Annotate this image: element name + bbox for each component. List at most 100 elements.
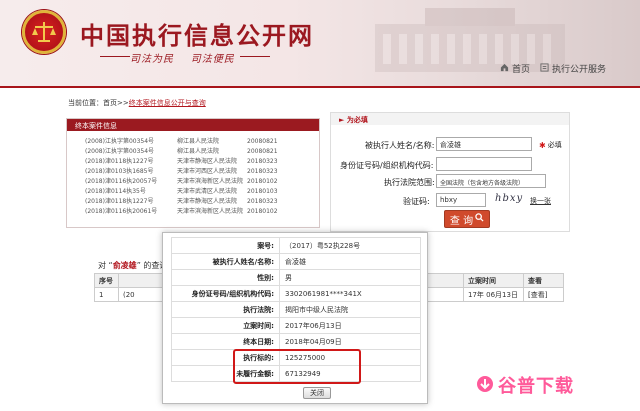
form-title: 为必填 <box>346 116 368 124</box>
case-court: 柳江县人民法院 <box>177 138 220 145</box>
case-court: 天津市静海区人民法院 <box>177 158 238 165</box>
highlight-box <box>233 349 361 384</box>
case-row[interactable]: (2018)津0114执35号 天津市武清区人民法院 20180103 <box>85 187 319 197</box>
detail-key: 被执行人姓名/名称: <box>171 253 280 270</box>
detail-value: （2017）粤52执228号 <box>279 237 421 254</box>
case-info-panel: 终本案件信息 (2008)江执字第00354号 柳江县人民法院 20080821 (2… <box>66 118 320 228</box>
case-court: 天津市河西区人民法院 <box>177 168 238 175</box>
site-title: 中国执行信息公开网 <box>80 21 314 50</box>
home-icon <box>500 63 509 75</box>
detail-value: 男 <box>279 269 421 286</box>
breadcrumb: 当前位置：首页>>终本案件信息公开与查询 <box>68 98 206 108</box>
case-row[interactable]: (2008)江执字第00354号 柳江县人民法院 20080821 <box>85 137 319 147</box>
detail-row: 身份证号码/组织机构代码: 3302061981****341X <box>171 285 421 302</box>
row-date: 17年 06月13日 <box>463 287 524 302</box>
case-date: 20080821 <box>247 148 278 155</box>
case-court: 天津市滨海新区人民法院 <box>177 208 244 215</box>
detail-value: 揭阳市中级人民法院 <box>279 301 421 318</box>
case-date: 20180323 <box>247 158 278 165</box>
required-mark: ✱ 必填 <box>539 140 562 150</box>
court-select[interactable]: 全国法院（包含地方各级法院） <box>436 174 546 188</box>
nav-home[interactable]: 首页 <box>500 62 530 75</box>
id-input[interactable] <box>436 157 532 171</box>
required-label: 必填 <box>547 141 562 149</box>
detail-key: 性别: <box>171 269 280 286</box>
col-filing-date: 立案时间 <box>463 273 524 288</box>
search-label: 查 询 <box>449 215 474 227</box>
search-button[interactable]: 查 询 <box>444 210 490 228</box>
case-case: (2018)津0118执1227号 <box>85 158 154 165</box>
col-view: 查看 <box>523 273 564 288</box>
close-button[interactable]: 关闭 <box>303 387 331 399</box>
case-court: 天津市武清区人民法院 <box>177 188 238 195</box>
case-row[interactable]: (2018)津0103执1685号 天津市河西区人民法院 20180323 <box>85 167 319 177</box>
case-case: (2018)津0103执1685号 <box>85 168 154 175</box>
case-date: 20180323 <box>247 168 278 175</box>
detail-key: 立案时间: <box>171 317 280 334</box>
detail-row: 案号: （2017）粤52执228号 <box>171 237 421 254</box>
slogan-1: 司法为民 <box>130 54 174 65</box>
document-icon <box>540 62 549 75</box>
detail-value: 3302061981****341X <box>279 285 421 302</box>
captcha-image: hbxy <box>495 193 524 204</box>
detail-key: 执行法院: <box>171 301 280 318</box>
detail-key: 身份证号码/组织机构代码: <box>171 285 280 302</box>
case-row[interactable]: (2018)津0118执1227号 天津市静海区人民法院 20180323 <box>85 157 319 167</box>
watermark: 谷普下载 <box>476 372 574 398</box>
case-case: (2018)津0114执35号 <box>85 188 146 195</box>
detail-row: 终本日期: 2018年04月09日 <box>171 333 421 350</box>
detail-value: 2018年04月09日 <box>279 333 421 350</box>
case-list: (2008)江执字第00354号 柳江县人民法院 20080821 (2008)江执字… <box>67 131 319 217</box>
case-row[interactable]: (2008)江执字第00354号 柳江县人民法院 20080821 <box>85 147 319 157</box>
case-date: 20180103 <box>247 188 278 195</box>
case-row[interactable]: (2018)津0116执20057号 天津市滨海新区人民法院 20180102 <box>85 177 319 187</box>
case-case: (2018)津0116执20061号 <box>85 208 158 215</box>
captcha-input[interactable]: hbxy <box>436 193 486 207</box>
detail-row: 性别: 男 <box>171 269 421 286</box>
panel-title: 终本案件信息 <box>67 119 319 131</box>
id-label: 身份证号码/组织机构代码: <box>340 161 434 170</box>
breadcrumb-home[interactable]: 首页 <box>103 99 117 107</box>
nav-exec-label: 执行公开服务 <box>552 65 607 75</box>
captcha-label: 验证码: <box>403 197 430 206</box>
case-row[interactable]: (2018)津0116执20061号 天津市滨海新区人民法院 20180102 <box>85 207 319 217</box>
nav-exec-service[interactable]: 执行公开服务 <box>540 62 606 75</box>
download-logo-icon <box>476 375 494 395</box>
case-date: 20080821 <box>247 138 278 145</box>
detail-key: 案号: <box>171 237 280 254</box>
site-header: 中国执行信息公开网 司法为民 司法便民 首页 执行公开服务 <box>0 0 640 88</box>
row-index: 1 <box>94 287 119 302</box>
detail-key: 终本日期: <box>171 333 280 350</box>
search-icon <box>475 213 484 225</box>
court-label: 执行法院范围: <box>384 178 435 187</box>
detail-row: 被执行人姓名/名称: 俞凌雄 <box>171 253 421 270</box>
view-link[interactable]: [查看] <box>523 287 564 302</box>
case-court: 天津市静海区人民法院 <box>177 198 238 205</box>
breadcrumb-prefix: 当前位置： <box>68 99 103 107</box>
case-case: (2018)津0118执1227号 <box>85 198 154 205</box>
slogan-divider <box>240 56 270 57</box>
name-input[interactable]: 俞凌雄 <box>436 137 532 151</box>
case-date: 20180323 <box>247 198 278 205</box>
name-label: 被执行人姓名/名称: <box>365 141 435 150</box>
court-emblem-icon <box>22 10 66 54</box>
case-date: 20180102 <box>247 178 278 185</box>
breadcrumb-sep: >> <box>117 99 129 107</box>
col-index: 序号 <box>94 273 119 288</box>
nav-home-label: 首页 <box>512 65 531 75</box>
slogan-2: 司法便民 <box>190 54 235 65</box>
detail-row: 立案时间: 2017年06月13日 <box>171 317 421 334</box>
detail-value: 2017年06月13日 <box>279 317 421 334</box>
case-court: 柳江县人民法院 <box>177 148 220 155</box>
breadcrumb-current[interactable]: 终本案件信息公开与查询 <box>129 99 206 107</box>
case-detail-popup: 案号: （2017）粤52执228号 被执行人姓名/名称: 俞凌雄 性别: 男身份证号码/… <box>162 232 428 404</box>
case-case: (2008)江执字第00354号 <box>85 148 155 155</box>
slogan: 司法为民 司法便民 <box>130 50 235 65</box>
refresh-captcha-link[interactable]: 换一张 <box>530 196 551 206</box>
detail-row: 执行法院: 揭阳市中级人民法院 <box>171 301 421 318</box>
case-date: 20180102 <box>247 208 278 215</box>
detail-value: 俞凌雄 <box>279 253 421 270</box>
case-row[interactable]: (2018)津0118执1227号 天津市静海区人民法院 20180323 <box>85 197 319 207</box>
case-case: (2018)津0116执20057号 <box>85 178 158 185</box>
result-name: 俞凌雄 <box>112 261 137 270</box>
